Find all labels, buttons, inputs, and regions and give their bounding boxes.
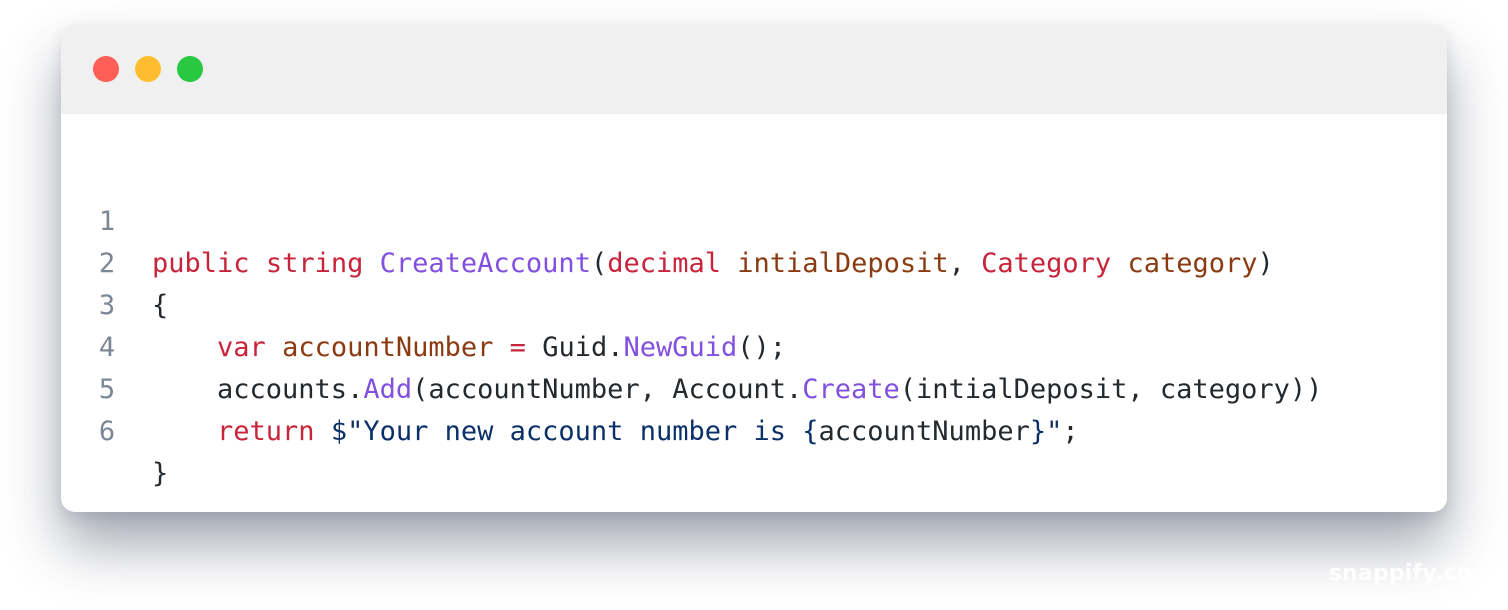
- code-token: $"Your new account number is {: [330, 416, 819, 447]
- code-window: 1 public string CreateAccount(decimal in…: [61, 24, 1447, 512]
- code-line: 4 accounts.Add(accountNumber, Account.Cr…: [61, 285, 1447, 405]
- code-line: 3 var accountNumber = Guid.NewGuid();: [61, 243, 1447, 363]
- minimize-dot-icon[interactable]: [135, 56, 161, 82]
- code-token: ;: [1062, 416, 1079, 447]
- code-line: 6 }: [61, 369, 1447, 489]
- snappify-watermark: snappify.co: [1328, 561, 1472, 586]
- maximize-dot-icon[interactable]: [177, 56, 203, 82]
- code-token: }: [152, 458, 169, 489]
- code-block: 1 public string CreateAccount(decimal in…: [61, 159, 1447, 489]
- code-token: }": [1029, 416, 1063, 447]
- code-line: 2 {: [61, 201, 1447, 321]
- close-dot-icon[interactable]: [93, 56, 119, 82]
- code-token: accountNumber: [818, 416, 1030, 447]
- code-line: 5 return $"Your new account number is {a…: [61, 327, 1447, 447]
- line-code: }: [152, 453, 168, 495]
- line-number: 6: [98, 416, 116, 447]
- code-line: 1 public string CreateAccount(decimal in…: [61, 159, 1447, 279]
- code-token: return: [217, 416, 315, 447]
- window-titlebar: [61, 24, 1447, 114]
- line-code: return $"Your new account number is {acc…: [152, 411, 1079, 453]
